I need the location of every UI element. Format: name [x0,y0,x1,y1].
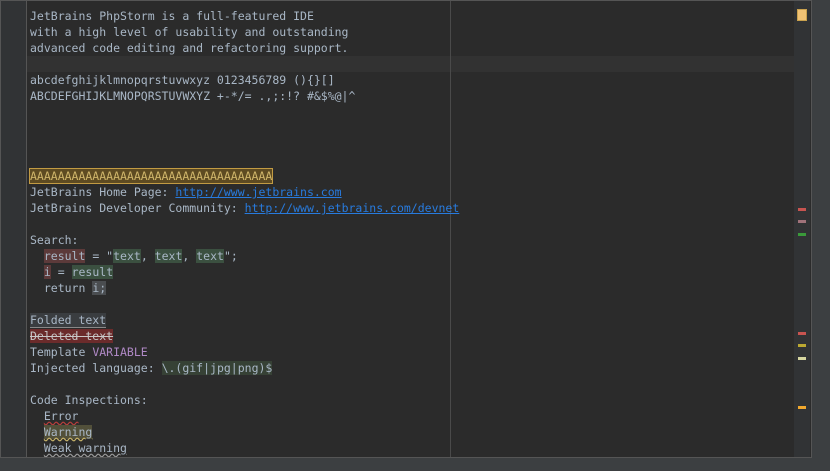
inspection-status-icon[interactable] [797,9,807,21]
code-line[interactable]: Search: [30,232,78,248]
hyperlink[interactable]: http://www.jetbrains.com/devnet [245,201,460,215]
code-line[interactable]: Code Inspections: [30,392,148,408]
code-token: , [182,249,197,263]
error-stripe-marker[interactable] [798,208,806,211]
code-token: = " [85,249,114,263]
code-token: result [43,249,86,263]
code-token: i; [92,281,107,295]
code-token: text [113,249,141,263]
code-line[interactable]: Weak warning [30,440,127,456]
code-token: , [140,249,155,263]
code-line[interactable]: Deleted text [30,328,114,344]
code-line[interactable]: abcdefghijklmnopqrstuvwxyz 0123456789 ()… [30,72,335,88]
code-line[interactable]: JetBrains PhpStorm is a full-featured ID… [30,8,314,24]
code-text: JetBrains PhpStorm is a full-featured ID… [30,9,314,23]
code-line[interactable]: i = result [30,264,114,280]
code-text: ABCDEFGHIJKLMNOPQRSTUVWXYZ +-*/= .,;:!? … [30,89,356,103]
code-line[interactable]: Template VARIABLE [30,344,148,360]
code-line[interactable]: Error [30,408,79,424]
weak-warning-text: Weak warning [43,441,127,455]
search-stripe-marker[interactable] [798,233,806,236]
code-area[interactable]: JetBrains PhpStorm is a full-featured ID… [28,1,791,457]
code-token: JetBrains Home Page: [30,185,176,199]
folded-text: Folded text [30,313,107,328]
error-stripe-scrollbar[interactable] [794,1,810,457]
code-line[interactable]: advanced code editing and refactoring su… [30,40,349,56]
code-token: text [196,249,224,263]
warning-stripe-marker[interactable] [798,344,806,347]
weak-warning-stripe-marker[interactable] [798,357,806,360]
code-editor[interactable]: 1234567891011121314151617181920212223242… [0,0,812,458]
code-line[interactable]: return i; [30,280,107,296]
code-line[interactable]: Injected language: \.(gif|jpg|png)$ [30,360,273,376]
code-line[interactable]: AAAAAAAAAAAAAAAAAAAAAAAAAAAAAAAAAAA [28,168,274,184]
injected-language: \.(gif|jpg|png)$ [161,361,273,375]
code-line[interactable]: Folded text [30,312,107,328]
code-token: i [43,265,51,279]
line-number-gutter [1,1,27,457]
code-token: Template [30,345,93,359]
code-line[interactable]: result = "text, text, text"; [30,248,238,264]
code-token: text [154,249,183,263]
code-token: = [50,265,72,279]
code-token: return [43,281,93,295]
code-line[interactable]: with a high level of usability and outst… [30,24,349,40]
code-token: JetBrains Developer Community: [30,201,245,215]
code-text: Search: [30,233,79,247]
code-text: with a high level of usability and outst… [30,25,349,39]
warning-stripe-marker[interactable] [798,406,806,409]
error-text: Error [43,409,79,423]
template-variable: VARIABLE [92,345,148,359]
code-text: abcdefghijklmnopqrstuvwxyz 0123456789 ()… [30,73,335,87]
code-line[interactable]: Warning [30,424,93,440]
hyperlink[interactable]: http://www.jetbrains.com [175,185,341,199]
code-line[interactable]: ABCDEFGHIJKLMNOPQRSTUVWXYZ +-*/= .,;:!? … [30,88,355,104]
code-text: Code Inspections: [30,393,148,407]
match-brace-highlight: AAAAAAAAAAAAAAAAAAAAAAAAAAAAAAAAAAA [28,168,274,184]
error-stripe-marker[interactable] [798,220,806,223]
code-token: result [71,265,114,279]
code-line[interactable]: JetBrains Developer Community: http://ww… [30,200,459,216]
code-text: advanced code editing and refactoring su… [30,41,349,55]
error-stripe-marker[interactable] [798,332,806,335]
warning-text: Warning [43,425,93,439]
code-token: Injected language: [30,361,162,375]
deleted-text: Deleted text [30,329,114,343]
code-token: "; [223,249,238,263]
code-line[interactable]: JetBrains Home Page: http://www.jetbrain… [30,184,342,200]
